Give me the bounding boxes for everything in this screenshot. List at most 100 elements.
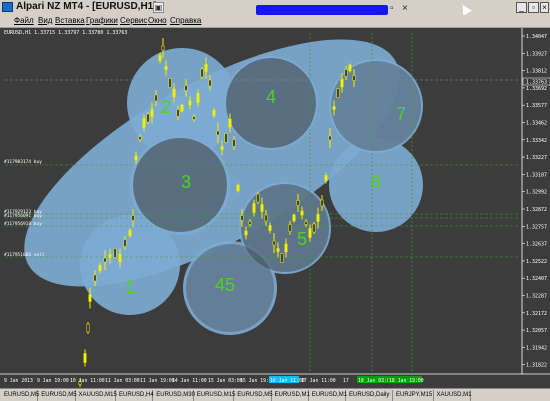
- candle-body: [196, 93, 200, 103]
- restore-button[interactable]: ▫: [528, 2, 539, 13]
- candle-body: [256, 193, 260, 203]
- mdi-restore-button[interactable]: ▫: [390, 3, 394, 14]
- menu-window[interactable]: Окно: [148, 16, 167, 25]
- candle-body: [142, 118, 146, 128]
- candle-body: [138, 136, 142, 140]
- candle-body: [260, 204, 264, 212]
- price-label: 1.33577: [526, 103, 547, 109]
- candle-body: [292, 214, 296, 222]
- candle-body: [113, 248, 117, 258]
- price-label: 1.32172: [526, 311, 547, 317]
- time-label: 10 Jan 11:00: [70, 378, 105, 384]
- candle-body: [252, 203, 256, 213]
- price-label: 1.32407: [526, 276, 547, 282]
- candle-body: [296, 200, 300, 206]
- zone-number-5: 5: [297, 229, 307, 249]
- time-label: 17: [343, 378, 349, 384]
- menu-charts[interactable]: Графики: [86, 16, 118, 25]
- candle-body: [108, 254, 112, 258]
- chart-canvas[interactable]: 123445567 #117903174 buy#117929123 buy#1…: [0, 28, 550, 388]
- chart-tab[interactable]: EURUSD,M5: [39, 390, 77, 401]
- chart-tab[interactable]: XAUUSD,M15: [77, 390, 117, 401]
- chart-tab[interactable]: EURUSD,Daily: [347, 390, 393, 401]
- time-label: 16 Jan 11:00: [270, 378, 305, 384]
- candle-body: [103, 257, 107, 263]
- price-label: 1.32637: [526, 242, 547, 248]
- candle-body: [336, 88, 340, 98]
- candle-body: [284, 243, 288, 253]
- candle-body: [304, 221, 308, 225]
- price-label: 1.33927: [526, 51, 547, 57]
- candle-body: [240, 215, 244, 221]
- candle-body: [200, 68, 204, 78]
- time-label: 11 Jan 03:00: [105, 378, 140, 384]
- candle-body: [312, 223, 316, 233]
- price-label: 1.33342: [526, 138, 547, 144]
- zone-number-1: 1: [125, 277, 135, 297]
- price-label: 1.33462: [526, 121, 547, 127]
- candle-body: [332, 106, 336, 110]
- candle-body: [176, 109, 180, 117]
- candle-body: [150, 109, 154, 117]
- price-chart[interactable]: 1 2 3 4 45 5 6 7 #117903174 buy #117929123 buy #1…: [0, 28, 550, 388]
- minimize-button[interactable]: _: [516, 2, 527, 13]
- chart-tab[interactable]: EURUSD,M5: [235, 390, 273, 401]
- time-label: 18 Jan 19:00: [389, 378, 424, 384]
- candle-body: [134, 155, 138, 161]
- chart-tabs-bar: EURUSD,M5 EURUSD,M5 XAUUSD,M15 EURUSD,H4 EUR…: [0, 388, 550, 401]
- candle-body: [131, 215, 135, 221]
- menu-insert[interactable]: Вставка: [55, 16, 85, 25]
- price-label: 1.33227: [526, 155, 547, 161]
- mdi-minimize-button[interactable]: _: [376, 3, 382, 14]
- chart-tab[interactable]: EURUSD,M15: [195, 390, 235, 401]
- chart-tab[interactable]: EURUSD,M1: [310, 390, 347, 401]
- candle-body: [204, 64, 208, 72]
- candle-body: [154, 94, 158, 102]
- candle-body: [264, 214, 268, 222]
- redacted-region: [256, 5, 388, 15]
- order-label: #117903174 buy: [4, 159, 42, 165]
- chart-tab[interactable]: EURUSD,M1: [273, 390, 310, 401]
- zone-number-45: 45: [215, 275, 235, 295]
- symbol-info: EURUSD,H1 1.33715 1.33797 1.33780 1.3376…: [4, 30, 128, 36]
- menu-bar: Файл Вид Вставка Графики Сервис Окно Спр…: [0, 15, 550, 28]
- order-label: #117951066 sell: [4, 252, 45, 258]
- app-icon: [2, 2, 13, 12]
- order-label: #117956918 buy: [4, 221, 42, 227]
- candle-body: [88, 294, 92, 302]
- order-label: #117956091 buy: [4, 213, 42, 219]
- candle-body: [324, 175, 328, 181]
- menu-view[interactable]: Вид: [38, 16, 52, 25]
- mdi-close-button[interactable]: ×: [402, 3, 408, 14]
- chart-tab[interactable]: XAUUSD,M1: [435, 390, 472, 401]
- candle-body: [280, 253, 284, 263]
- candle-body: [128, 229, 132, 237]
- time-label: 15 Jan 03:00: [208, 378, 243, 384]
- candle-body: [316, 214, 320, 222]
- candle-body: [118, 253, 122, 263]
- menu-help[interactable]: Справка: [170, 16, 201, 25]
- menu-file[interactable]: Файл: [14, 16, 34, 25]
- price-label: 1.32287: [526, 294, 547, 300]
- chart-tab[interactable]: EURUSD,H4: [117, 390, 154, 401]
- candle-body: [93, 274, 97, 282]
- candle-body: [232, 139, 236, 147]
- time-label: 14 Jan 11:00: [172, 378, 207, 384]
- zone-number-4: 4: [266, 87, 276, 107]
- close-button[interactable]: ×: [540, 2, 549, 13]
- candle-body: [172, 88, 176, 98]
- candle-body: [83, 353, 87, 363]
- candle-body: [188, 100, 192, 106]
- chart-tab[interactable]: EURUSD,M30: [154, 390, 195, 401]
- chart-tab[interactable]: EURJPY,M15: [394, 390, 434, 401]
- title-bar: Alpari NZ MT4 - [EURUSD,H1] ▣ _ ▫ × _ ▫ …: [0, 0, 550, 16]
- chart-tab[interactable]: EURUSD,M5: [2, 390, 39, 401]
- price-label: 1.32992: [526, 190, 547, 196]
- menu-tools[interactable]: Сервис: [120, 16, 147, 25]
- candle-body: [146, 113, 150, 123]
- chart-tab-icon[interactable]: ▣: [153, 2, 164, 13]
- price-label: 1.32522: [526, 259, 547, 265]
- candle-body: [348, 64, 352, 72]
- candle-body: [268, 225, 272, 231]
- price-label: 1.33812: [526, 69, 547, 75]
